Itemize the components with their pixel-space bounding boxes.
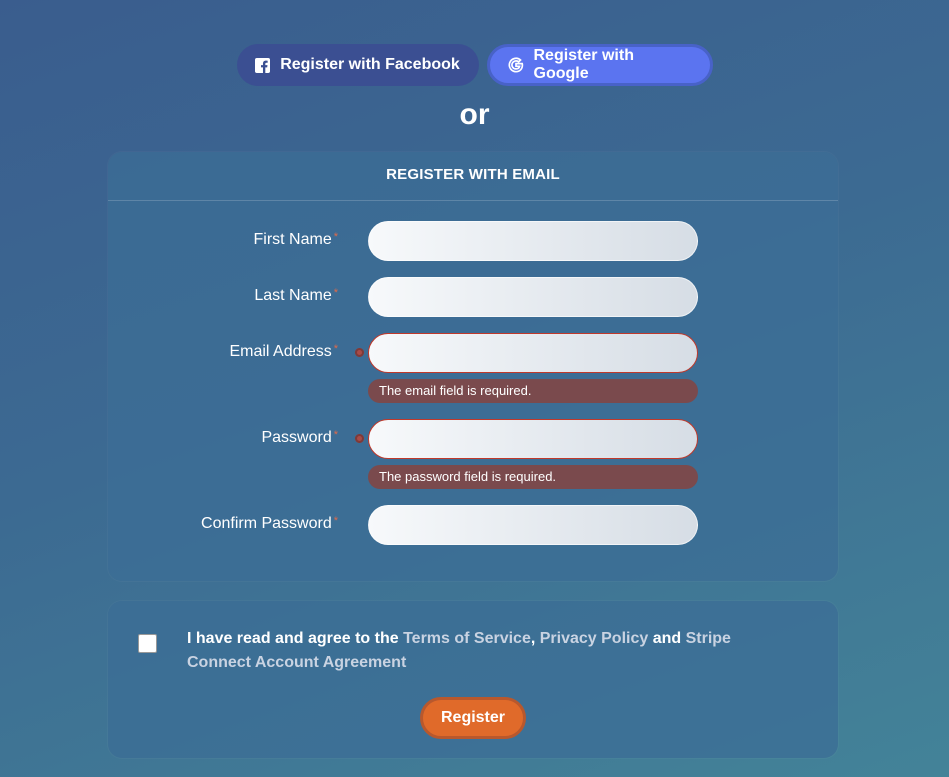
google-button-label: Register with Google — [533, 47, 634, 82]
or-divider-text: or — [459, 98, 490, 131]
facebook-icon — [255, 57, 271, 73]
social-login-row: Register with Facebook Register with Goo… — [0, 44, 949, 86]
confirm-password-input[interactable] — [368, 505, 698, 545]
email-error-message: The email field is required. — [368, 379, 698, 403]
last-name-input[interactable] — [368, 277, 698, 317]
required-asterisk: * — [333, 287, 338, 299]
first-name-input[interactable] — [368, 221, 698, 261]
terms-agreement-text: I have read and agree to the Terms of Se… — [187, 630, 731, 671]
confirm-password-label: Confirm Password * — [201, 515, 338, 532]
register-with-google-button[interactable]: Register with Google — [486, 44, 713, 86]
terms-panel: I have read and agree to the Terms of Se… — [108, 601, 838, 758]
required-asterisk: * — [333, 429, 338, 441]
password-input[interactable] — [368, 419, 698, 459]
password-label: Password * — [261, 429, 338, 446]
panel-title: REGISTER WITH EMAIL — [108, 152, 838, 201]
register-button[interactable]: Register — [420, 697, 526, 739]
password-error-message: The password field is required. — [368, 465, 698, 489]
terms-of-service-link[interactable]: Terms of Service — [403, 630, 531, 647]
email-address-input[interactable] — [368, 333, 698, 373]
first-name-label: First Name * — [253, 231, 338, 248]
error-indicator-icon — [355, 434, 364, 443]
email-address-label: Email Address * — [229, 343, 338, 360]
register-with-email-panel: REGISTER WITH EMAIL First Name * Last Nam… — [108, 152, 838, 581]
required-asterisk: * — [333, 231, 338, 243]
required-asterisk: * — [333, 343, 338, 355]
google-icon — [508, 57, 524, 73]
agree-terms-checkbox[interactable] — [138, 634, 157, 653]
register-with-facebook-button[interactable]: Register with Facebook — [236, 44, 479, 86]
last-name-label: Last Name * — [254, 287, 338, 304]
error-indicator-icon — [355, 348, 364, 357]
required-asterisk: * — [333, 515, 338, 527]
facebook-button-label: Register with Facebook — [280, 56, 460, 73]
privacy-policy-link[interactable]: Privacy Policy — [540, 630, 649, 647]
